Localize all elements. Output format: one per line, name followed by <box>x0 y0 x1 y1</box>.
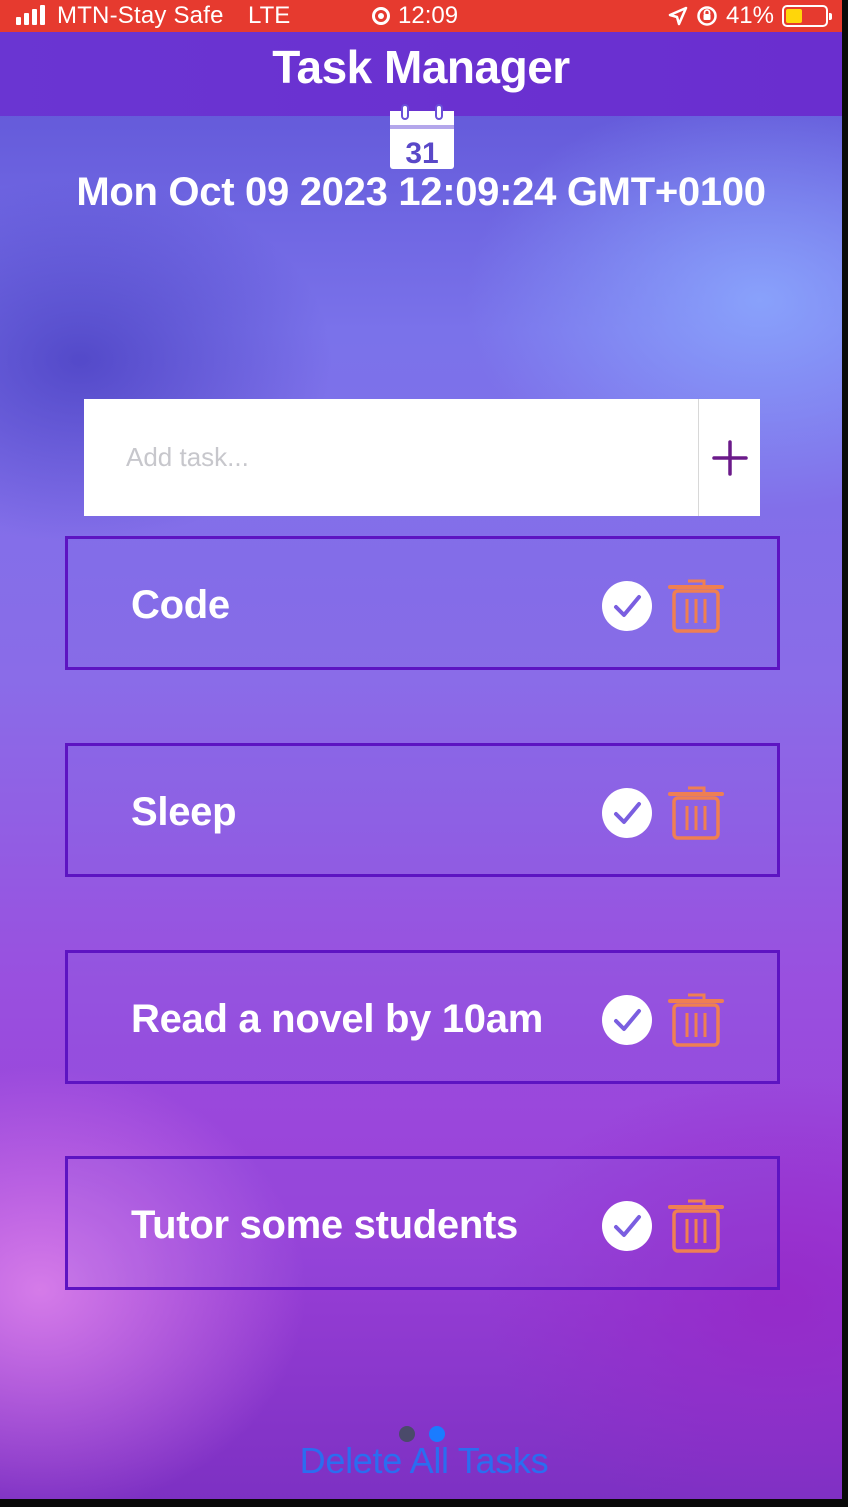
calendar-icon: 31 <box>390 104 454 170</box>
orientation-lock-icon <box>697 6 717 26</box>
task-label: Read a novel by 10am <box>131 997 543 1041</box>
app-screen: MTN-Stay Safe LTE 12:09 41% Task Manager <box>0 0 848 1507</box>
delete-task-button[interactable] <box>668 1195 724 1253</box>
network-type: LTE <box>248 2 291 29</box>
status-time-text: 12:09 <box>398 2 459 29</box>
complete-task-button[interactable] <box>602 1201 652 1251</box>
task-card: Tutor some students <box>65 1156 780 1290</box>
battery-icon <box>782 5 832 27</box>
complete-task-button[interactable] <box>602 995 652 1045</box>
complete-task-button[interactable] <box>602 581 652 631</box>
battery-fill <box>786 9 802 23</box>
status-bar: MTN-Stay Safe LTE 12:09 41% <box>0 0 842 32</box>
screen-edge <box>842 0 848 1507</box>
task-card: Code <box>65 536 780 670</box>
alarm-icon <box>372 7 390 25</box>
location-arrow-icon <box>668 6 688 26</box>
current-datetime: Mon Oct 09 2023 12:09:24 GMT+0100 <box>76 170 766 214</box>
delete-all-tasks-button[interactable]: Delete All Tasks <box>0 1440 848 1482</box>
task-card: Sleep <box>65 743 780 877</box>
screen-edge-bottom <box>0 1499 848 1507</box>
task-label: Code <box>131 583 230 627</box>
task-label: Sleep <box>131 790 237 834</box>
delete-task-button[interactable] <box>668 782 724 840</box>
task-label: Tutor some students <box>131 1203 518 1247</box>
delete-task-button[interactable] <box>668 575 724 633</box>
task-input[interactable] <box>84 399 698 516</box>
page-title: Task Manager <box>272 41 570 93</box>
status-right: 41% <box>668 2 832 30</box>
signal-icon <box>16 5 45 25</box>
add-task-form <box>84 399 760 516</box>
status-time: 12:09 <box>372 2 458 30</box>
delete-task-button[interactable] <box>668 989 724 1047</box>
task-card: Read a novel by 10am <box>65 950 780 1084</box>
calendar-day: 31 <box>405 137 438 170</box>
complete-task-button[interactable] <box>602 788 652 838</box>
plus-icon <box>711 439 748 476</box>
add-task-button[interactable] <box>698 399 760 516</box>
carrier-name: MTN-Stay Safe <box>57 2 224 29</box>
battery-percent: 41% <box>725 2 774 29</box>
